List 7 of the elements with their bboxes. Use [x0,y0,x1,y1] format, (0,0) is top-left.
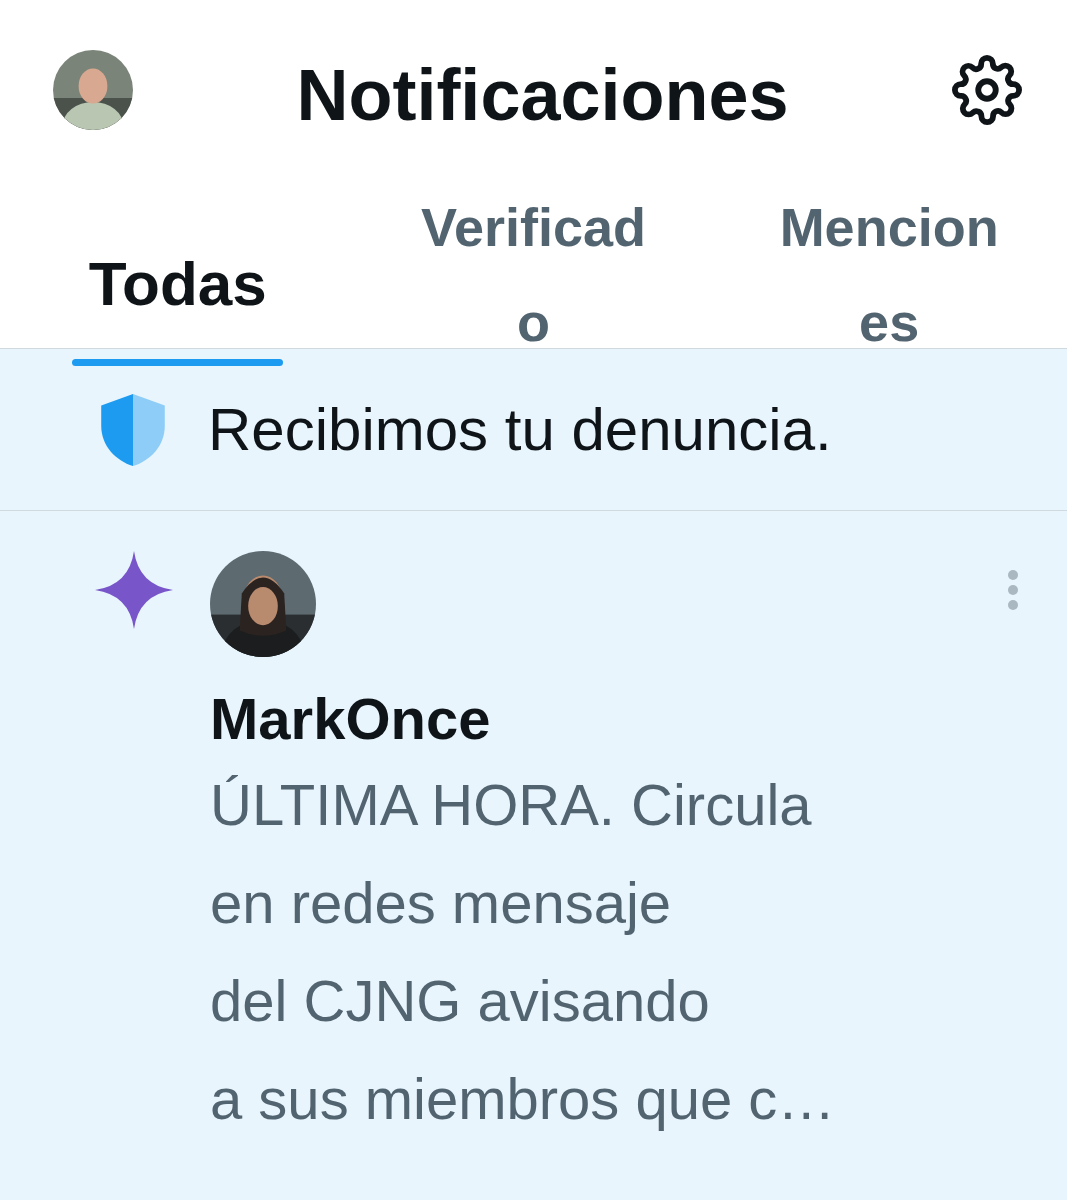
post-text: ÚLTIMA HORA. Circula en redes mensaje del CJNG avisando a sus miembros que c… [210,771,837,1133]
notice-text: Recibimos tu denuncia. [208,395,832,464]
tab[interactable]: Todas [88,180,267,369]
tab[interactable]: Mencion es [779,180,999,369]
tab[interactable]: Verificad o [420,180,647,369]
page-title: Notificaciones [296,54,789,136]
author-name[interactable]: MarkOnce [210,685,1007,752]
